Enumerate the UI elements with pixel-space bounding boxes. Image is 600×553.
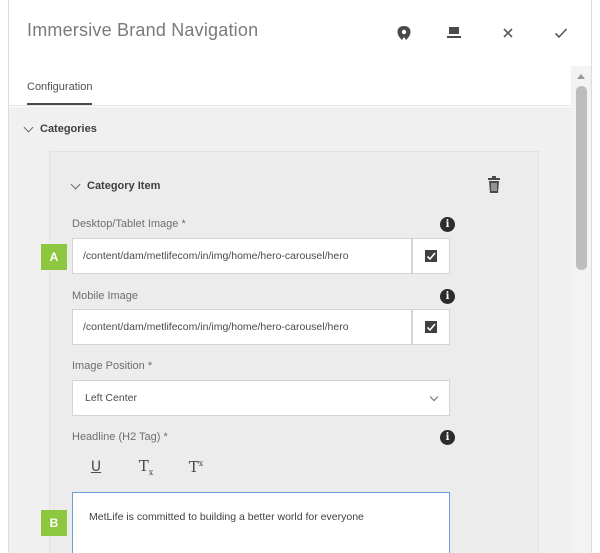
image-position-value: Left Center	[85, 392, 137, 404]
underline-button[interactable]: U	[86, 459, 106, 475]
scroll-thumb[interactable]	[576, 86, 587, 270]
check-icon	[554, 28, 568, 39]
desktop-image-label: Desktop/Tablet Image *	[72, 218, 186, 230]
scroll-up-arrow-icon[interactable]	[577, 74, 585, 79]
image-position-label: Image Position *	[72, 360, 153, 372]
path-browser-icon	[425, 321, 437, 333]
categories-label: Categories	[40, 123, 97, 135]
desktop-image-input[interactable]: /content/dam/metlifecom/in/img/home/hero…	[72, 238, 412, 274]
subscript-glyph: T	[138, 457, 149, 475]
dialog-content: Categories Category Item Desktop/Tablet …	[9, 107, 571, 553]
help-icon	[397, 26, 411, 40]
category-item-toggle[interactable]: Category Item	[70, 179, 161, 192]
fullscreen-icon	[447, 27, 461, 38]
chevron-down-icon	[70, 179, 81, 190]
trash-icon[interactable]	[487, 176, 501, 194]
help-button[interactable]	[393, 22, 415, 44]
info-icon[interactable]: i	[440, 289, 455, 304]
categories-toggle[interactable]: Categories	[23, 122, 97, 135]
mobile-image-label: Mobile Image	[72, 290, 139, 302]
annotation-badge-a: A	[41, 244, 67, 270]
mobile-image-picker-button[interactable]	[412, 309, 450, 345]
info-icon[interactable]: i	[440, 430, 455, 445]
chevron-down-icon	[429, 392, 439, 401]
tab-bar: Configuration	[9, 66, 571, 106]
close-button[interactable]	[497, 22, 519, 44]
category-item-label: Category Item	[87, 180, 161, 192]
tab-configuration[interactable]: Configuration	[27, 81, 93, 105]
path-browser-icon	[425, 250, 437, 262]
subscript-button[interactable]: Tx	[136, 457, 156, 477]
annotation-badge-b: B	[41, 510, 67, 536]
close-icon	[503, 28, 513, 38]
info-icon[interactable]: i	[440, 217, 455, 232]
scrollbar[interactable]	[571, 66, 591, 553]
category-item-panel: Category Item Desktop/Tablet Image * i /…	[49, 151, 539, 553]
superscript-button[interactable]: Tx	[186, 458, 206, 476]
image-position-select[interactable]: Left Center	[72, 380, 450, 416]
headline-rich-text-editor[interactable]: MetLife is committed to building a bette…	[72, 492, 450, 553]
chevron-down-icon	[23, 122, 34, 133]
mobile-image-input[interactable]: /content/dam/metlifecom/in/img/home/hero…	[72, 309, 412, 345]
fullscreen-button[interactable]	[443, 22, 465, 44]
dialog-title: Immersive Brand Navigation	[27, 20, 259, 40]
dialog: Immersive Brand Navigation Configuration…	[8, 0, 592, 553]
superscript-glyph: T	[188, 458, 199, 476]
desktop-image-picker-button[interactable]	[412, 238, 450, 274]
headline-label: Headline (H2 Tag) *	[72, 431, 168, 443]
dialog-header: Immersive Brand Navigation	[9, 0, 591, 66]
done-button[interactable]	[550, 22, 572, 44]
rich-text-toolbar: U Tx Tx	[86, 457, 206, 477]
